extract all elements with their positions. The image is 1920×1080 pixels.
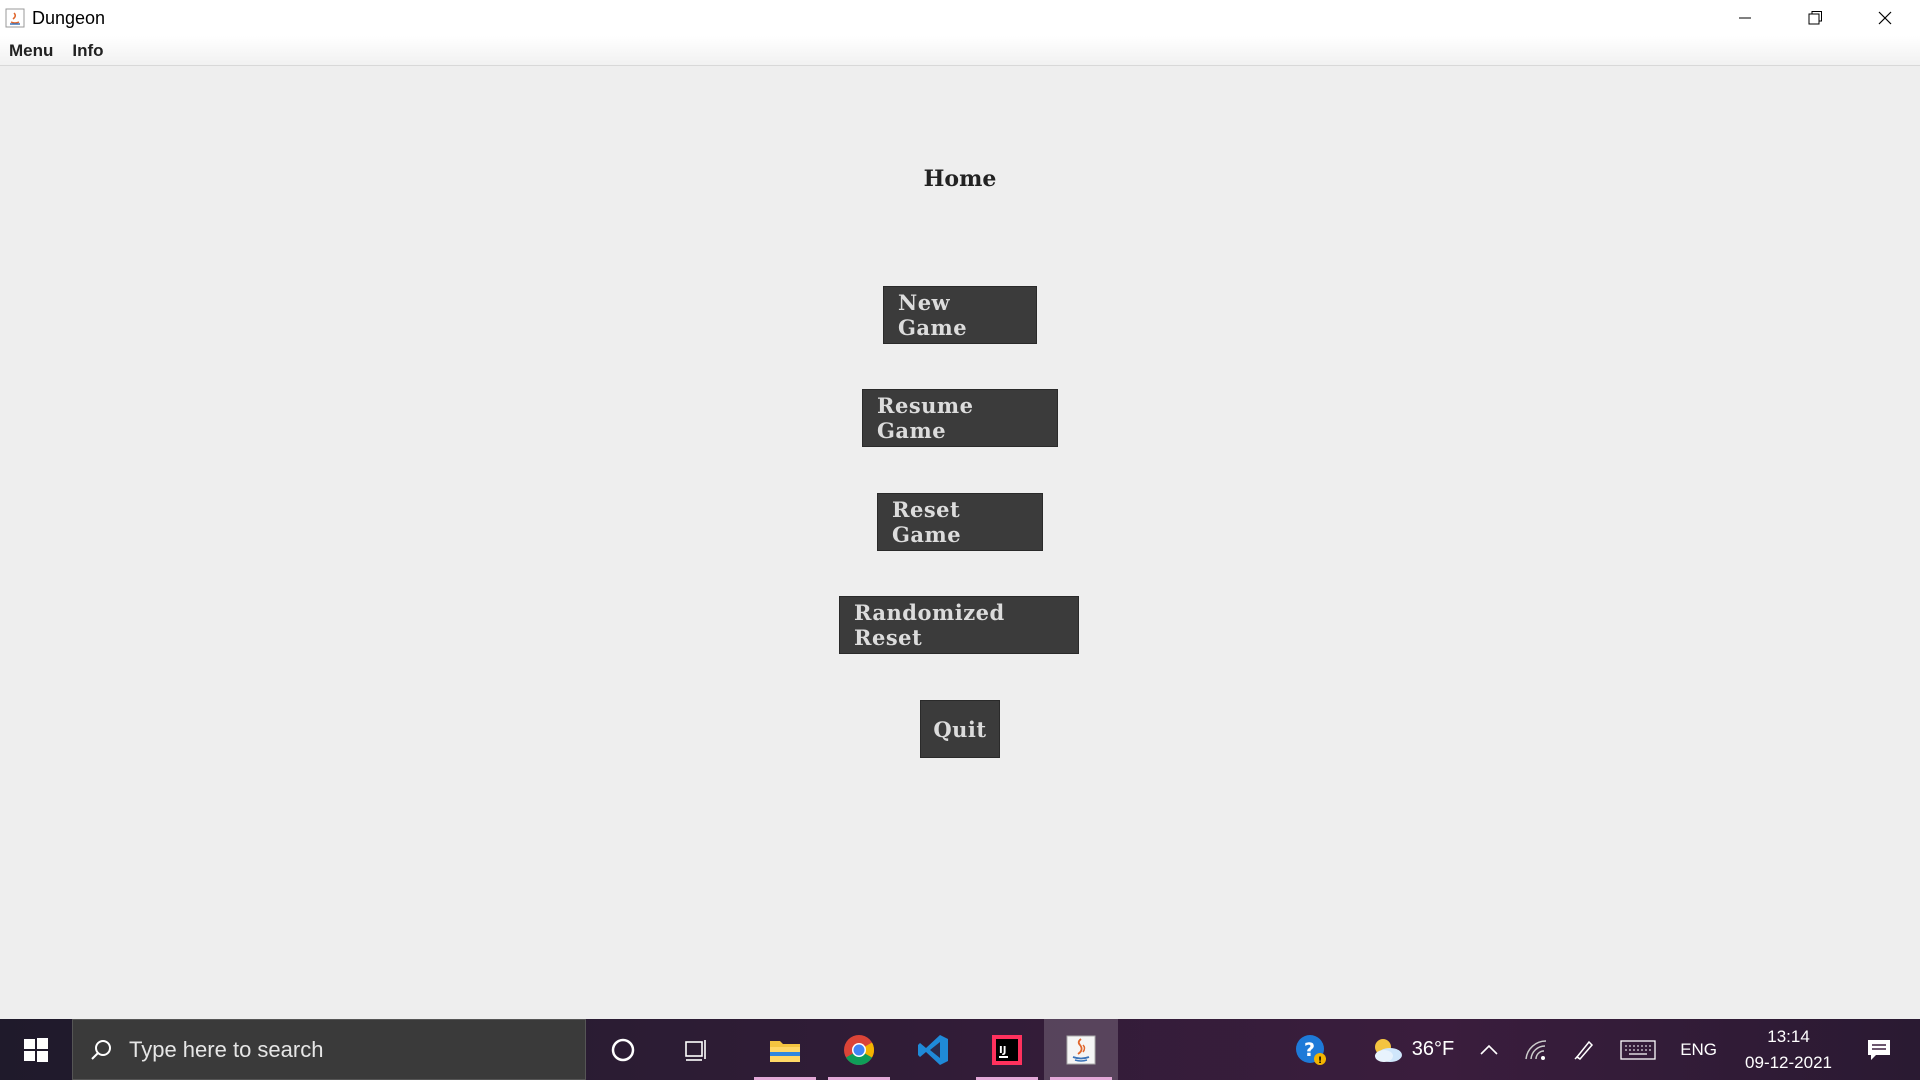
chevron-up-icon xyxy=(1480,1044,1498,1055)
taskbar-chrome[interactable] xyxy=(822,1019,896,1080)
search-placeholder: Type here to search xyxy=(129,1036,324,1062)
window-title: Dungeon xyxy=(32,7,106,28)
language-indicator[interactable]: ENG xyxy=(1668,1019,1729,1080)
system-tray: ? ! 36°F ENG 13:14 09-12-2021 xyxy=(1282,1019,1920,1080)
task-view-icon xyxy=(685,1039,706,1061)
taskbar-clock[interactable]: 13:14 09-12-2021 xyxy=(1729,1024,1848,1076)
reset-game-button[interactable]: Reset Game xyxy=(877,493,1043,551)
file-explorer-icon xyxy=(770,1040,800,1062)
network-tray-button[interactable] xyxy=(1512,1019,1560,1080)
svg-text:!: ! xyxy=(1318,1056,1322,1066)
clock-date: 09-12-2021 xyxy=(1745,1052,1832,1072)
menu-bar: Menu Info xyxy=(0,36,1920,66)
help-tray-button[interactable]: ? ! xyxy=(1282,1019,1358,1080)
taskbar: Type here to search IJ ? ! 36°F ENG 13:1… xyxy=(0,1019,1920,1080)
svg-text:?: ? xyxy=(1304,1039,1315,1061)
taskbar-search-box[interactable]: Type here to search xyxy=(72,1019,586,1080)
task-view-button[interactable] xyxy=(660,1019,734,1080)
taskbar-intellij[interactable]: IJ xyxy=(970,1019,1044,1080)
cortana-button[interactable] xyxy=(586,1019,660,1080)
java-app-icon xyxy=(4,7,26,29)
svg-text:IJ: IJ xyxy=(999,1045,1006,1056)
cortana-icon xyxy=(611,1038,635,1061)
action-center-button[interactable] xyxy=(1848,1019,1920,1080)
partly-cloudy-icon xyxy=(1374,1038,1402,1062)
quit-button[interactable]: Quit xyxy=(920,700,1000,758)
taskbar-vscode[interactable] xyxy=(896,1019,970,1080)
java-icon xyxy=(1066,1035,1096,1064)
title-bar: Dungeon xyxy=(0,0,1920,36)
weather-widget[interactable]: 36°F xyxy=(1358,1019,1466,1080)
touch-keyboard-button[interactable] xyxy=(1608,1019,1668,1080)
notification-icon xyxy=(1868,1039,1890,1060)
search-icon xyxy=(73,1038,129,1062)
language-label: ENG xyxy=(1680,1039,1718,1059)
weather-temperature: 36°F xyxy=(1411,1038,1455,1060)
minimize-icon xyxy=(1739,17,1751,19)
menu-item-info[interactable]: Info xyxy=(72,41,103,61)
close-button[interactable] xyxy=(1850,0,1920,36)
chrome-icon xyxy=(844,1034,875,1065)
pen-icon xyxy=(1574,1040,1594,1060)
keyboard-icon xyxy=(1620,1039,1656,1060)
pen-tray-button[interactable] xyxy=(1560,1019,1608,1080)
windows-icon xyxy=(24,1037,48,1062)
vscode-icon xyxy=(918,1034,948,1065)
menu-item-menu[interactable]: Menu xyxy=(9,41,53,61)
minimize-button[interactable] xyxy=(1710,0,1780,36)
restore-icon xyxy=(1808,11,1822,25)
page-title: Home xyxy=(923,166,997,192)
intellij-icon: IJ xyxy=(992,1034,1022,1065)
resume-game-button[interactable]: Resume Game xyxy=(862,389,1058,447)
taskbar-file-explorer[interactable] xyxy=(748,1019,822,1080)
close-icon xyxy=(1878,11,1892,25)
show-hidden-icons-button[interactable] xyxy=(1466,1019,1512,1080)
home-panel: Home New Game Resume Game Reset Game Ran… xyxy=(0,67,1920,1019)
wifi-icon xyxy=(1525,1039,1547,1060)
start-button[interactable] xyxy=(0,1019,72,1080)
new-game-button[interactable]: New Game xyxy=(883,286,1037,344)
clock-time: 13:14 xyxy=(1767,1026,1810,1046)
randomized-reset-button[interactable]: Randomized Reset xyxy=(839,596,1079,654)
window-controls xyxy=(1710,0,1920,36)
taskbar-java-app[interactable] xyxy=(1044,1019,1118,1080)
restore-button[interactable] xyxy=(1780,0,1850,36)
help-icon: ? ! xyxy=(1295,1034,1326,1066)
